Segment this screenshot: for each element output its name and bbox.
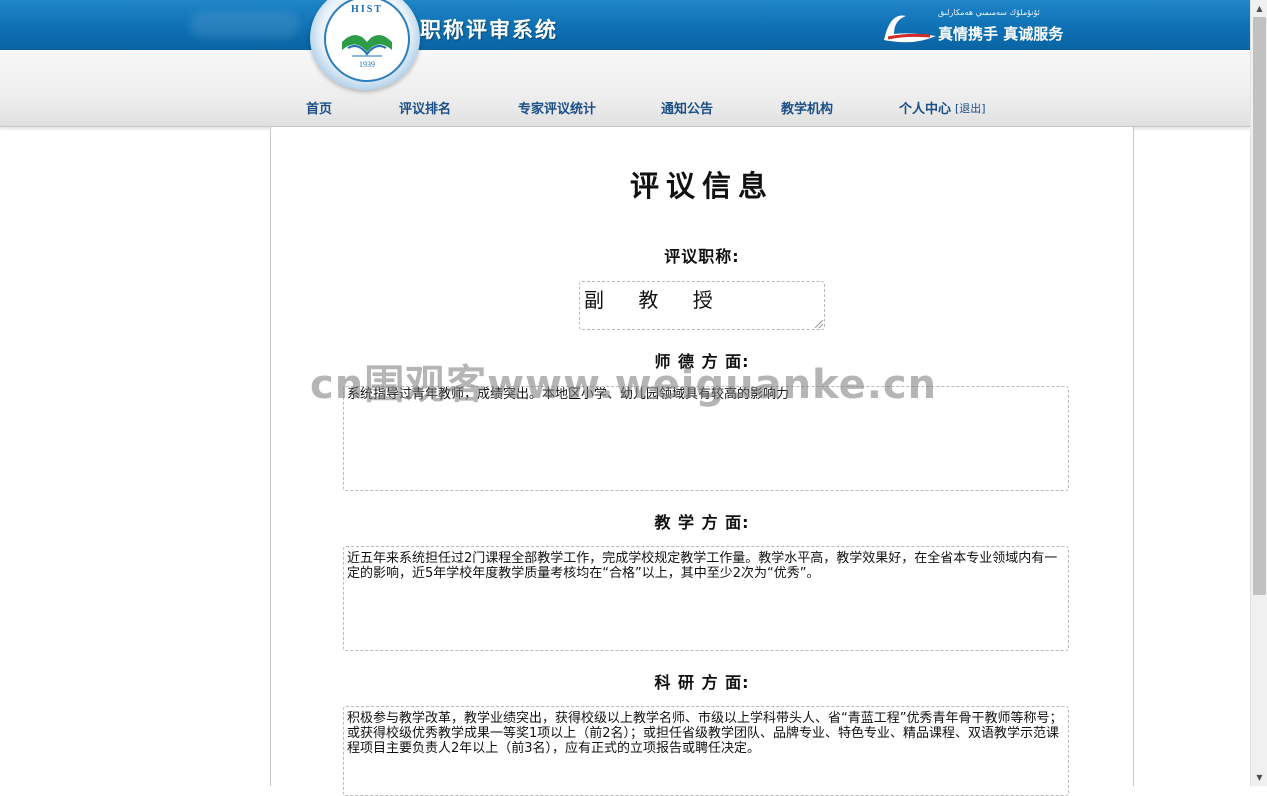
logout-link[interactable]: [退出] [955,100,986,116]
research-text: 积极参与教学改革，教学业绩突出，获得校级以上教学名师、市级以上学科带头人、省“青… [347,711,1063,756]
school-logo-emblem: HIST 1939 [324,0,410,82]
school-logo: HIST 1939 [310,0,420,90]
nav-home[interactable]: 首页 [306,98,332,117]
scroll-thumb[interactable] [1253,17,1266,595]
main-navigation: 首页 评议排名 专家评议统计 通知公告 教学机构 个人中心 [退出] [0,98,1250,118]
teaching-textarea[interactable]: 近五年来系统担任过2门课程全部教学工作，完成学校规定教学工作量。教学水平高，教学… [343,546,1069,651]
nav-expert-statistics[interactable]: 专家评议统计 [518,98,596,117]
scroll-down-arrow-icon[interactable]: ▼ [1251,769,1267,786]
rank-field[interactable]: 副 教 授 [579,281,825,330]
slogan-banner: ئۇنۇملۇك سەمىمىي ھەمكارلىق 真情携手 真诚服务 [880,6,1064,46]
nav-announcements[interactable]: 通知公告 [661,98,713,117]
page-title: 评议信息 [629,169,774,203]
teaching-label: 教 学 方 面: [654,513,750,532]
research-label: 科 研 方 面: [654,673,750,692]
review-info-panel: 评议信息 评议职称: 副 教 授 师 德 方 面: 系统指导过青年教师，成绩突出… [270,127,1134,796]
system-title: 职称评审系统 [420,18,558,42]
nav-teaching-institutions[interactable]: 教学机构 [781,98,833,117]
nav-personal-center[interactable]: 个人中心 [899,98,951,117]
slogan-chinese: 真情携手 真诚服务 [938,25,1064,43]
swoosh-logo-icon [884,15,936,43]
teaching-text: 近五年来系统担任过2门课程全部教学工作，完成学校规定教学工作量。教学水平高，教学… [347,551,1058,581]
header-glow [190,12,300,38]
resize-handle-icon[interactable] [815,320,823,328]
vertical-scrollbar[interactable]: ▲ ▼ [1250,0,1267,786]
watermark: cn围观客www.weiguanke.cn [310,362,938,408]
logo-year: 1939 [359,60,375,69]
slogan-uyghur: ئۇنۇملۇك سەمىمىي ھەمكارلىق [938,8,1040,17]
rank-value: 副 教 授 [584,288,727,312]
research-textarea[interactable]: 积极参与教学改革，教学业绩突出，获得校级以上教学名师、市级以上学科带头人、省“青… [343,706,1069,796]
nav-review-ranking[interactable]: 评议排名 [399,98,451,117]
rank-label: 评议职称: [664,247,740,266]
scroll-up-arrow-icon[interactable]: ▲ [1251,0,1267,17]
